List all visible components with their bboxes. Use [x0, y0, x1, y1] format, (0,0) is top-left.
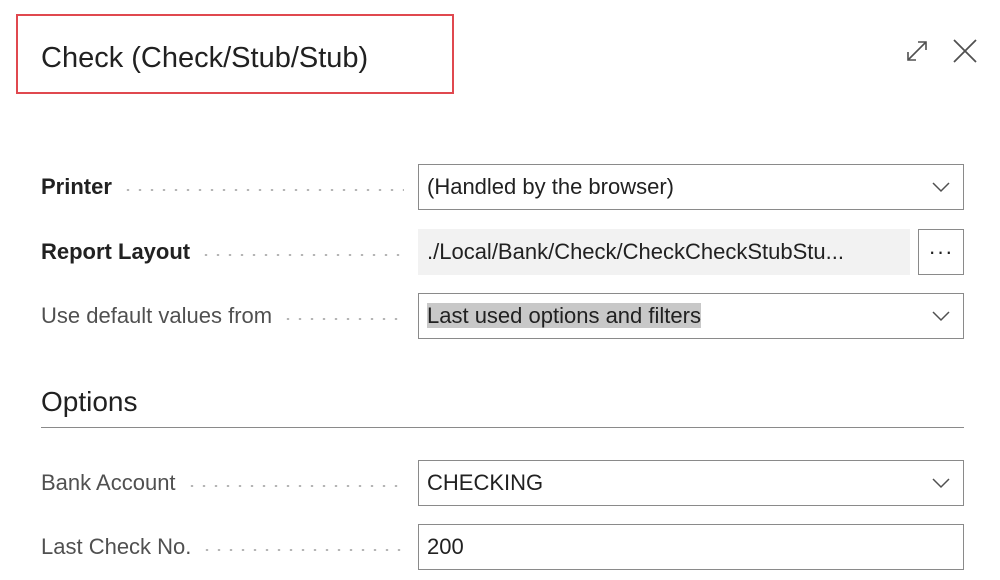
- report-layout-label-cell: Report Layout: [41, 239, 418, 265]
- chevron-down-icon[interactable]: [919, 477, 963, 489]
- chevron-down-icon[interactable]: [919, 310, 963, 322]
- report-layout-value: ./Local/Bank/Check/CheckCheckStubStu...: [427, 239, 844, 264]
- bank-account-label-cell: Bank Account: [41, 470, 418, 496]
- default-values-label: Use default values from: [41, 303, 273, 328]
- expand-icon[interactable]: [902, 36, 932, 66]
- default-values-row: Use default values from Last used option…: [41, 292, 964, 340]
- bank-account-select[interactable]: CHECKING: [418, 460, 964, 506]
- printer-value: (Handled by the browser): [427, 174, 675, 199]
- chevron-down-icon[interactable]: [919, 181, 963, 193]
- dotted-leader: [201, 549, 404, 551]
- last-check-no-label-cell: Last Check No.: [41, 534, 418, 560]
- printer-label-cell: Printer: [41, 174, 418, 200]
- dotted-leader: [121, 189, 404, 191]
- dotted-leader: [200, 254, 404, 256]
- last-check-no-input[interactable]: 200: [418, 524, 964, 570]
- last-check-no-row: Last Check No. 200: [41, 523, 964, 571]
- header-actions: [902, 36, 980, 66]
- report-layout-label: Report Layout: [41, 239, 191, 264]
- report-request-dialog: Check (Check/Stub/Stub) Printer (Handled…: [0, 0, 1000, 580]
- printer-row: Printer (Handled by the browser): [41, 163, 964, 211]
- default-values-value: Last used options and filters: [427, 303, 919, 329]
- bank-account-row: Bank Account CHECKING: [41, 459, 964, 507]
- dialog-title: Check (Check/Stub/Stub): [41, 42, 369, 74]
- bank-account-label: Bank Account: [41, 470, 176, 495]
- report-layout-row: Report Layout ./Local/Bank/Check/CheckCh…: [41, 228, 964, 276]
- close-icon[interactable]: [950, 36, 980, 66]
- printer-label: Printer: [41, 174, 112, 199]
- default-values-label-cell: Use default values from: [41, 303, 418, 329]
- last-check-no-value: 200: [427, 534, 464, 559]
- bank-account-value: CHECKING: [427, 470, 544, 495]
- dotted-leader: [185, 485, 404, 487]
- report-layout-field[interactable]: ./Local/Bank/Check/CheckCheckStubStu...: [418, 229, 910, 275]
- dotted-leader: [282, 318, 404, 320]
- default-values-select[interactable]: Last used options and filters: [418, 293, 964, 339]
- section-divider: [41, 427, 964, 428]
- printer-select[interactable]: (Handled by the browser): [418, 164, 964, 210]
- default-values-selected-text: Last used options and filters: [427, 303, 701, 328]
- last-check-no-label: Last Check No.: [41, 534, 192, 559]
- report-layout-more-button[interactable]: ···: [918, 229, 964, 275]
- options-section-title[interactable]: Options: [41, 382, 138, 422]
